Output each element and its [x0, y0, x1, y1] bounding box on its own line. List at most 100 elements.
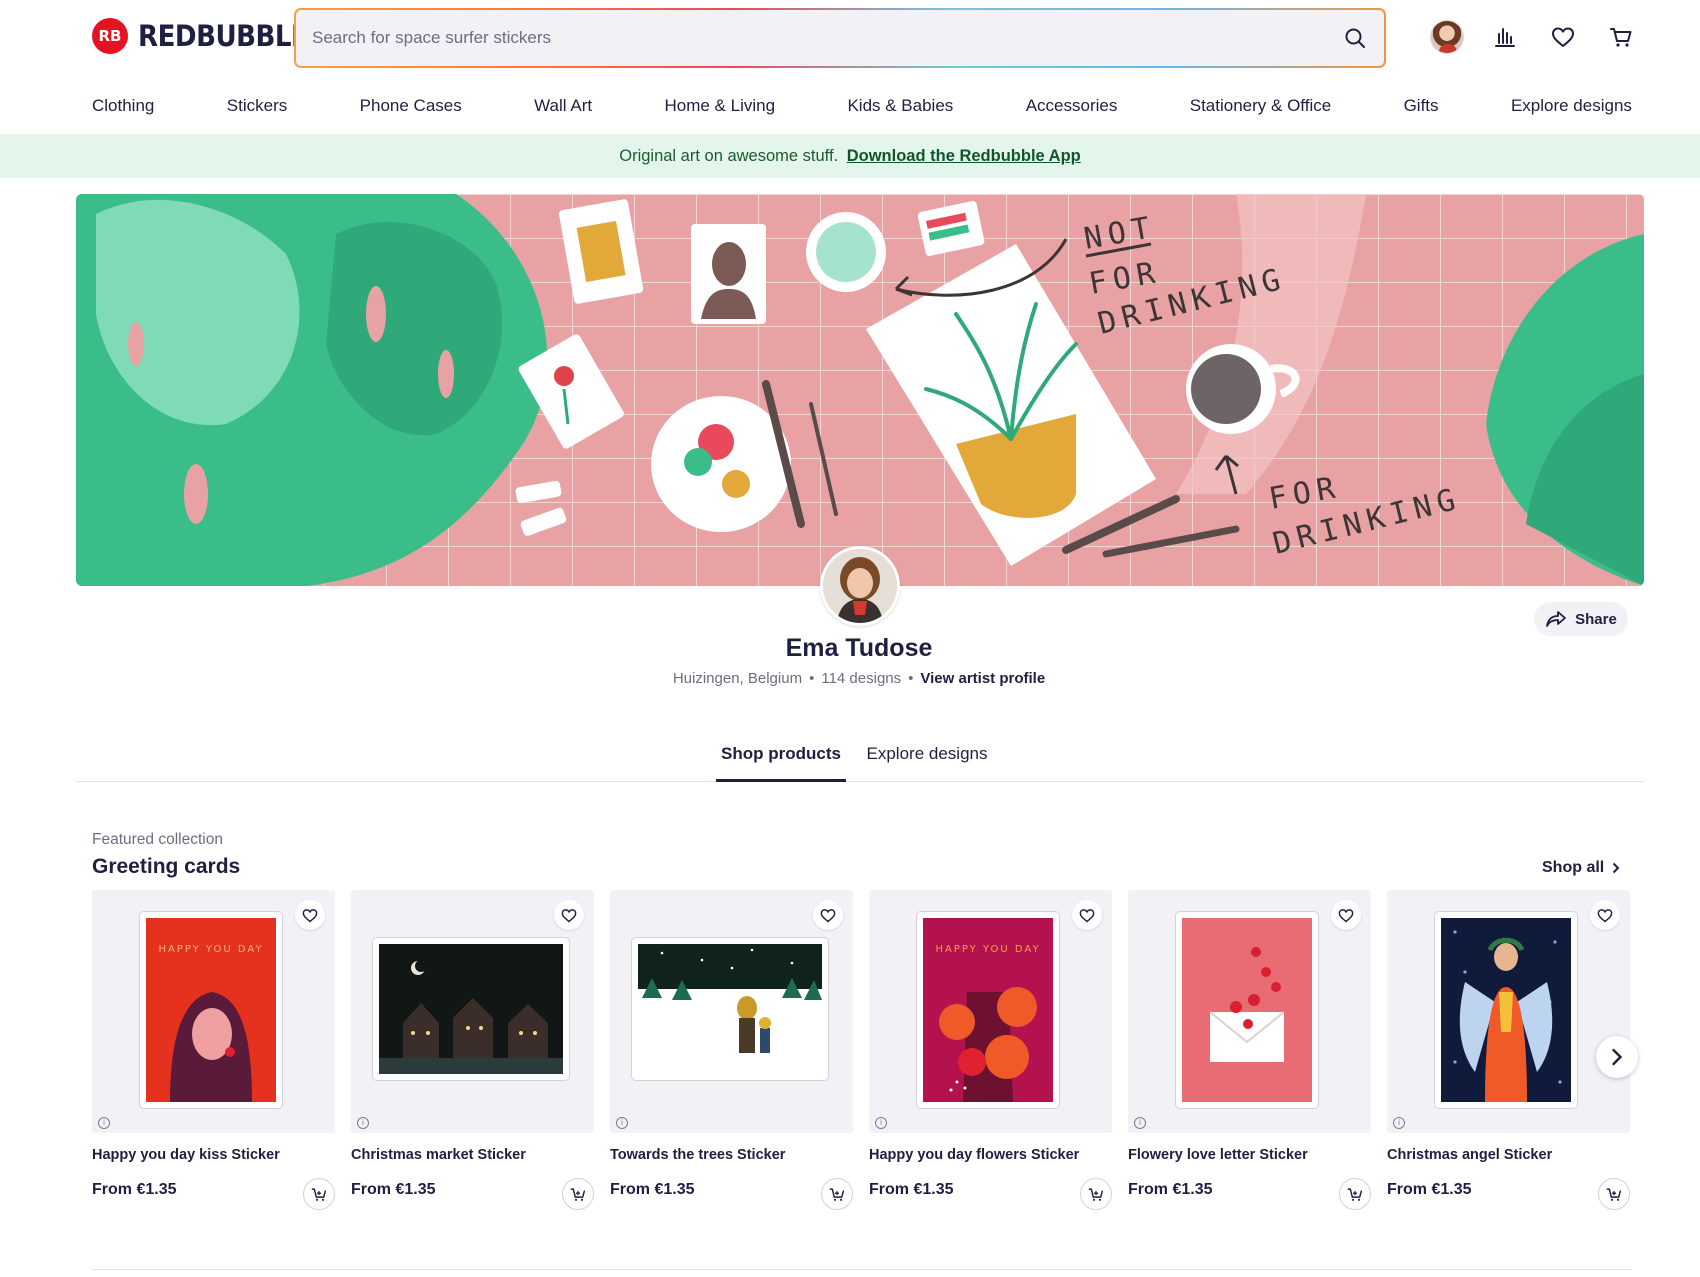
cart-icon[interactable] [1604, 20, 1638, 54]
nav-item-clothing[interactable]: Clothing [92, 96, 154, 116]
add-to-cart-icon [1606, 1187, 1622, 1201]
add-to-cart-button[interactable] [303, 1178, 335, 1210]
favorite-button[interactable] [295, 900, 325, 930]
category-nav: Clothing Stickers Phone Cases Wall Art H… [92, 96, 1632, 116]
product-title[interactable]: Flowery love letter Sticker [1128, 1147, 1371, 1163]
info-icon[interactable]: i [357, 1117, 369, 1129]
product-title[interactable]: Christmas market Sticker [351, 1147, 594, 1163]
add-to-cart-icon [1347, 1187, 1363, 1201]
artist-design-count: 114 designs [821, 670, 902, 687]
featured-collection-title: Greeting cards [92, 855, 241, 878]
nav-item-explore-designs[interactable]: Explore designs [1511, 96, 1632, 116]
product-price: From €1.35 [869, 1181, 954, 1198]
product-image[interactable]: i [1387, 890, 1630, 1133]
product-title[interactable]: Happy you day kiss Sticker [92, 1147, 335, 1163]
product-image[interactable]: i [1128, 890, 1371, 1133]
add-to-cart-icon [829, 1187, 845, 1201]
share-label: Share [1575, 610, 1617, 628]
product-title[interactable]: Happy you day flowers Sticker [869, 1147, 1112, 1163]
product-price: From €1.35 [1387, 1181, 1472, 1198]
nav-item-kids-babies[interactable]: Kids & Babies [847, 96, 953, 116]
artist-name: Ema Tudose [785, 634, 933, 662]
product-title[interactable]: Christmas angel Sticker [1387, 1147, 1630, 1163]
nav-item-home-living[interactable]: Home & Living [664, 96, 775, 116]
artist-avatar [820, 546, 900, 626]
product-image[interactable]: HAPPY YOU DAY i [92, 890, 335, 1133]
promo-bar: Original art on awesome stuff. Download … [0, 134, 1700, 178]
product-card[interactable]: i Christmas market Sticker From €1.35 [351, 890, 594, 1210]
logo-mark-icon: RB [92, 18, 128, 54]
product-image[interactable]: i [351, 890, 594, 1133]
artist-meta: Huizingen, Belgium • 114 designs • View arti… [672, 670, 1046, 687]
card-art-text: HAPPY YOU DAY [158, 944, 263, 955]
product-card[interactable]: HAPPY YOU DAY i Happy you day kiss Stick… [92, 890, 335, 1210]
product-title[interactable]: Towards the trees Sticker [610, 1147, 853, 1163]
nav-item-gifts[interactable]: Gifts [1404, 96, 1439, 116]
add-to-cart-icon [570, 1187, 586, 1201]
tab-explore-designs[interactable]: Explore designs [862, 744, 992, 782]
shop-all-label: Shop all [1542, 859, 1605, 876]
product-card[interactable]: i Flowery love letter Sticker From €1.35 [1128, 890, 1371, 1210]
product-card[interactable]: i Christmas angel Sticker From €1.35 [1387, 890, 1630, 1210]
favorite-button[interactable] [1072, 900, 1102, 930]
redbubble-logo[interactable]: RB REDBUBBLE [92, 18, 309, 54]
heart-icon [561, 908, 577, 922]
download-app-link[interactable]: Download the Redbubble App [847, 147, 1081, 165]
chevron-right-icon [1612, 1048, 1623, 1066]
search-icon[interactable] [1342, 25, 1368, 51]
info-icon[interactable]: i [1134, 1117, 1146, 1129]
favorite-button[interactable] [554, 900, 584, 930]
tab-shop-products[interactable]: Shop products [716, 744, 846, 782]
share-button[interactable]: Share [1534, 602, 1628, 636]
product-price: From €1.35 [351, 1181, 436, 1198]
nav-item-stickers[interactable]: Stickers [227, 96, 287, 116]
search-input[interactable] [312, 28, 1342, 48]
share-icon [1546, 611, 1567, 627]
heart-icon [1597, 908, 1613, 922]
nav-item-phone-cases[interactable]: Phone Cases [360, 96, 462, 116]
info-icon[interactable]: i [616, 1117, 628, 1129]
product-image[interactable]: i [610, 890, 853, 1133]
bar-chart-icon[interactable] [1488, 20, 1522, 54]
info-icon[interactable]: i [1393, 1117, 1405, 1129]
featured-collection-label: Featured collection [92, 831, 223, 848]
product-card[interactable]: HAPPY YOU DAY i Happy you day flowers St… [869, 890, 1112, 1210]
product-image[interactable]: HAPPY YOU DAY i [869, 890, 1112, 1133]
heart-icon [302, 908, 318, 922]
shop-all-link[interactable]: Shop all [1542, 859, 1620, 877]
product-price: From €1.35 [92, 1181, 177, 1198]
add-to-cart-icon [311, 1187, 327, 1201]
nav-item-stationery-office[interactable]: Stationery & Office [1190, 96, 1331, 116]
info-icon[interactable]: i [98, 1117, 110, 1129]
add-to-cart-button[interactable] [562, 1178, 594, 1210]
card-art-text: HAPPY YOU DAY [935, 944, 1040, 955]
favorite-button[interactable] [813, 900, 843, 930]
nav-item-wall-art[interactable]: Wall Art [534, 96, 592, 116]
add-to-cart-button[interactable] [1598, 1178, 1630, 1210]
profile-tabs: Shop products Explore designs [76, 744, 1644, 782]
section-divider [92, 1269, 1632, 1270]
favorite-button[interactable] [1331, 900, 1361, 930]
add-to-cart-button[interactable] [821, 1178, 853, 1210]
product-card[interactable]: i Towards the trees Sticker From €1.35 [610, 890, 853, 1210]
add-to-cart-button[interactable] [1339, 1178, 1371, 1210]
info-icon[interactable]: i [875, 1117, 887, 1129]
product-price: From €1.35 [1128, 1181, 1213, 1198]
add-to-cart-icon [1088, 1187, 1104, 1201]
nav-item-accessories[interactable]: Accessories [1026, 96, 1118, 116]
favorite-button[interactable] [1590, 900, 1620, 930]
logo-text: REDBUBBLE [138, 19, 309, 53]
account-avatar[interactable] [1430, 20, 1464, 54]
heart-icon [1079, 908, 1095, 922]
carousel-next-button[interactable] [1596, 1036, 1638, 1078]
artist-banner: NOT FOR DRINKING FOR DRINKING [76, 194, 1644, 586]
artist-location: Huizingen, Belgium [672, 670, 803, 687]
heart-icon [820, 908, 836, 922]
product-carousel: HAPPY YOU DAY i Happy you day kiss Stick… [92, 890, 1632, 1210]
heart-icon[interactable] [1546, 20, 1580, 54]
promo-text: Original art on awesome stuff. [619, 147, 839, 165]
site-header: RB REDBUBBLE [0, 0, 1700, 76]
heart-icon [1338, 908, 1354, 922]
add-to-cart-button[interactable] [1080, 1178, 1112, 1210]
view-artist-profile-link[interactable]: View artist profile [920, 670, 1045, 687]
